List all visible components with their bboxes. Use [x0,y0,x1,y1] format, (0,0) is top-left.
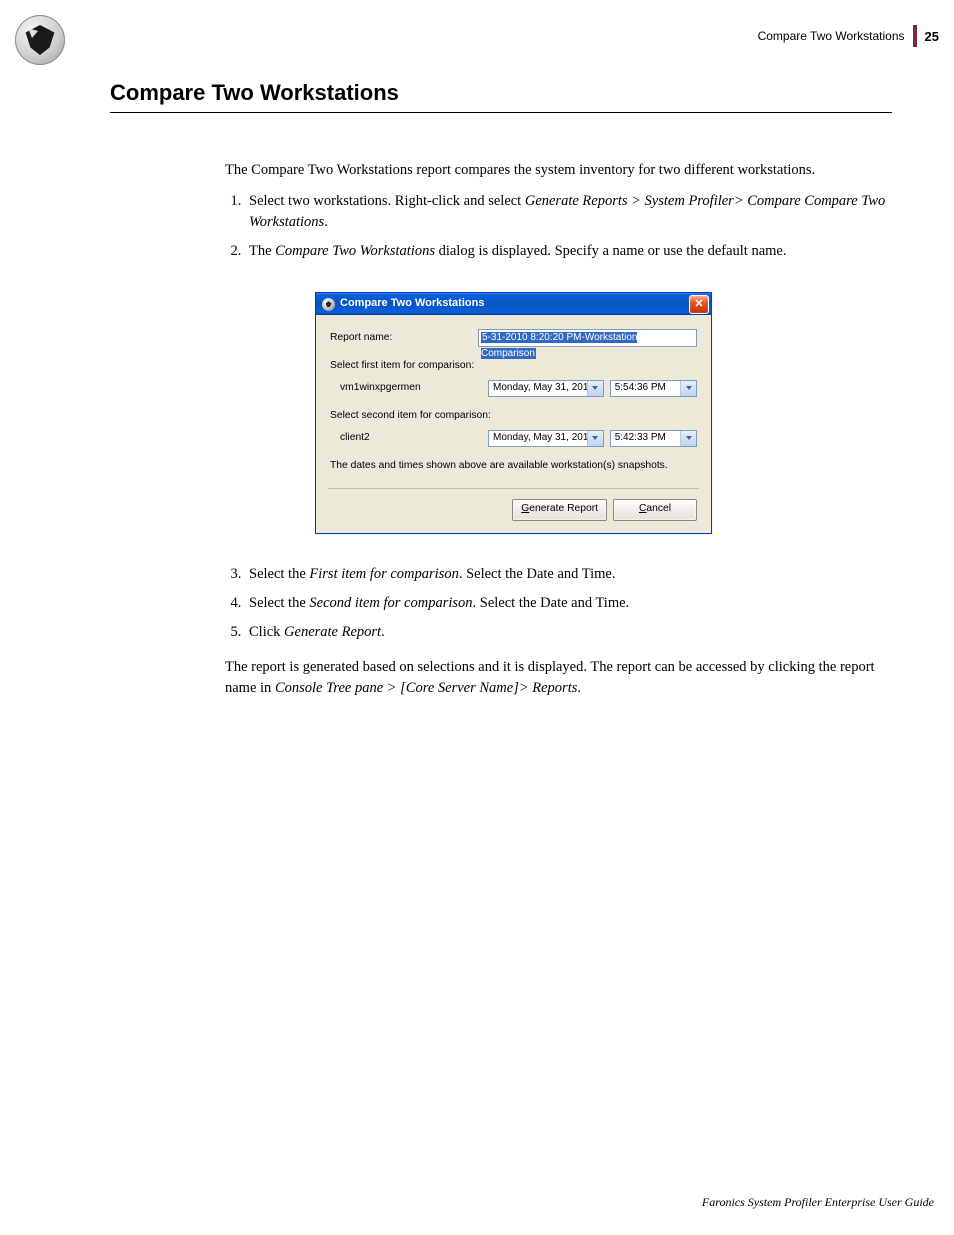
first-time-value: 5:54:36 PM [615,381,666,396]
second-time-value: 5:42:33 PM [615,431,666,446]
intro-paragraph: The Compare Two Workstations report comp… [225,160,892,181]
page-title: Compare Two Workstations [110,80,892,113]
first-date-value: Monday, May 31, 2010 [493,381,594,396]
chevron-down-icon [680,431,696,446]
cancel-button[interactable]: Cancel [613,499,697,521]
snapshot-note: The dates and times shown above are avai… [330,459,697,474]
first-item-name: vm1winxpgermen [330,381,488,396]
header-divider [913,25,917,47]
step-5: Click Generate Report. [245,622,892,643]
page-header-right: Compare Two Workstations 25 [758,25,939,47]
chevron-down-icon [587,381,603,396]
second-date-value: Monday, May 31, 2010 [493,431,594,446]
dialog-title: Compare Two Workstations [340,296,484,312]
brand-logo-mark [24,25,56,55]
report-name-label: Report name: [330,331,478,346]
step-1: Select two workstations. Right-click and… [245,191,892,233]
second-item-section-label: Select second item for comparison: [330,409,697,424]
dialog-button-row: Generate Report Cancel [330,499,697,523]
report-name-value: 5-31-2010 8:20:20 PM-Workstation Compari… [481,332,637,359]
step-4: Select the Second item for comparison. S… [245,593,892,614]
second-date-combo[interactable]: Monday, May 31, 2010 [488,430,604,447]
first-time-combo[interactable]: 5:54:36 PM [610,380,697,397]
generate-report-button[interactable]: Generate Report [512,499,607,521]
compare-dialog: Compare Two Workstations ✕ Report name: … [315,292,712,534]
report-name-input[interactable]: 5-31-2010 8:20:20 PM-Workstation Compari… [478,329,697,347]
step-3: Select the First item for comparison. Se… [245,564,892,585]
chevron-down-icon [587,431,603,446]
footer-text: Faronics System Profiler Enterprise User… [702,1195,934,1210]
dialog-separator [328,488,699,489]
dialog-body: Report name: 5-31-2010 8:20:20 PM-Workst… [316,315,711,533]
brand-logo [15,15,65,65]
chevron-down-icon [680,381,696,396]
closing-paragraph: The report is generated based on selecti… [225,657,892,699]
dialog-figure: Compare Two Workstations ✕ Report name: … [135,292,892,534]
dialog-app-icon [322,298,335,311]
dialog-titlebar: Compare Two Workstations ✕ [316,293,711,315]
page-number: 25 [925,29,939,44]
close-button[interactable]: ✕ [689,295,709,314]
second-time-combo[interactable]: 5:42:33 PM [610,430,697,447]
content-body: The Compare Two Workstations report comp… [225,160,892,709]
header-breadcrumb: Compare Two Workstations [758,29,905,43]
second-item-name: client2 [330,431,488,446]
step-2: The Compare Two Workstations dialog is d… [245,241,892,262]
first-date-combo[interactable]: Monday, May 31, 2010 [488,380,604,397]
